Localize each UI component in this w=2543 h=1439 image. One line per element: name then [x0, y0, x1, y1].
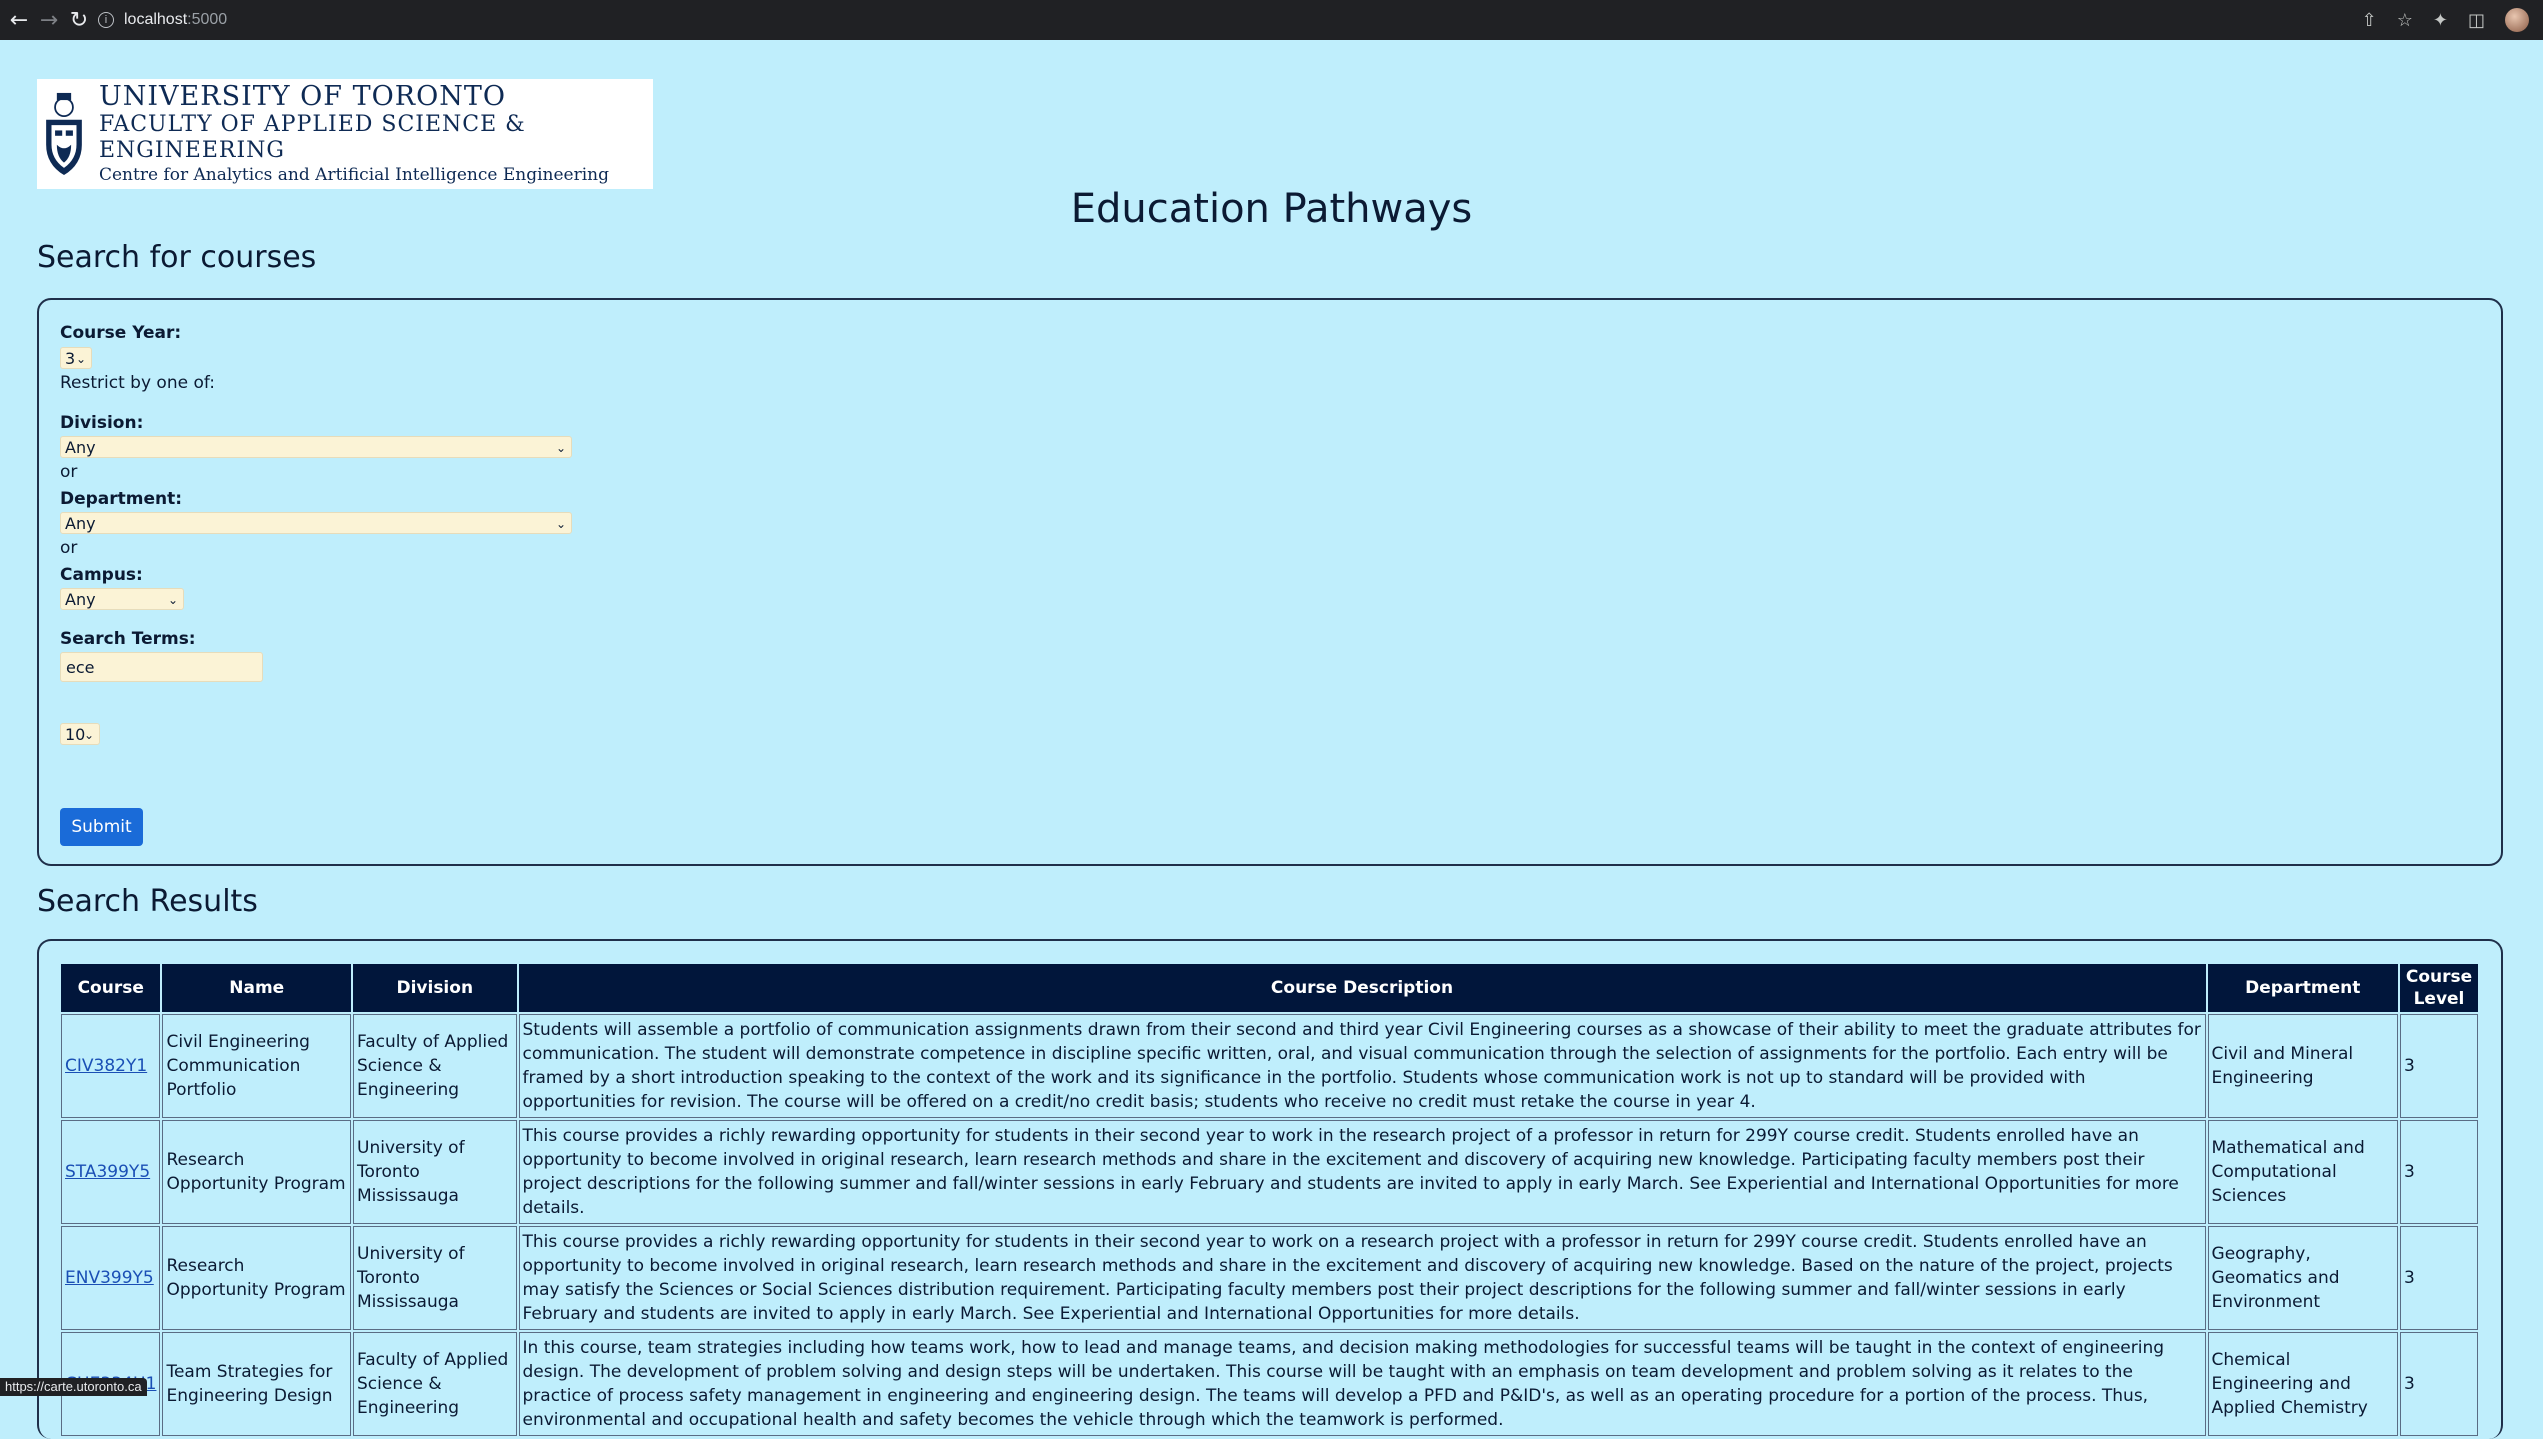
course-name-cell: Research Opportunity Program [162, 1226, 352, 1330]
course-year-select[interactable]: 3 ⌄ [60, 347, 92, 369]
forward-icon[interactable]: → [34, 8, 64, 33]
or-text: or [60, 462, 78, 482]
back-icon[interactable]: ← [4, 8, 34, 33]
course-name-cell: Civil Engineering Communication Portfoli… [162, 1014, 352, 1118]
table-row: STA399Y5 Research Opportunity Program Un… [61, 1120, 2478, 1224]
course-year-value: 3 [65, 349, 76, 368]
table-row: CIV382Y1 Civil Engineering Communication… [61, 1014, 2478, 1118]
course-code-cell: STA399Y5 [61, 1120, 161, 1224]
column-header-name: Name [162, 964, 352, 1012]
department-label: Department: [60, 489, 183, 509]
column-header-description: Course Description [518, 964, 2206, 1012]
campus-label: Campus: [60, 565, 143, 585]
chevron-down-icon: ⌄ [167, 593, 178, 607]
restrict-text: Restrict by one of: [60, 373, 215, 393]
search-terms-input[interactable]: ece [60, 652, 263, 682]
logo-line-2: FACULTY OF APPLIED SCIENCE & ENGINEERING [98, 112, 526, 163]
site-info-icon[interactable]: i [98, 12, 114, 28]
description-cell: In this course, team strategies includin… [518, 1332, 2206, 1436]
course-link[interactable]: CIV382Y1 [65, 1056, 147, 1076]
or-text: or [60, 538, 78, 558]
bookmark-star-icon[interactable]: ☆ [2397, 10, 2413, 31]
browser-toolbar: ← → ↻ i localhost:5000 ⇧ ☆ ✦ ◫ [0, 0, 2543, 40]
logo-line-3: Centre for Analytics and Artificial Inte… [98, 165, 610, 185]
results-table: Course Name Division Course Description … [59, 962, 2480, 1438]
crest-icon [46, 92, 82, 176]
results-heading: Search Results [37, 884, 258, 919]
table-row: CHE334H1 Team Strategies for Engineering… [61, 1332, 2478, 1436]
division-value: Any [65, 438, 96, 457]
course-name-cell: Team Strategies for Engineering Design [162, 1332, 352, 1436]
url-port: :5000 [187, 11, 228, 28]
share-icon[interactable]: ⇧ [2362, 10, 2377, 31]
campus-value: Any [65, 590, 96, 609]
chevron-down-icon: ⌄ [75, 352, 86, 366]
results-limit-select[interactable]: 10 ⌄ [60, 723, 100, 745]
department-value: Any [65, 514, 96, 533]
submit-button[interactable]: Submit [60, 808, 143, 846]
course-link[interactable]: STA399Y5 [65, 1162, 150, 1182]
column-header-course: Course [61, 964, 161, 1012]
department-cell: Geography, Geomatics and Environment [2207, 1226, 2398, 1330]
division-cell: Faculty of Applied Science & Engineering [353, 1332, 517, 1436]
division-cell: University of Toronto Mississauga [353, 1120, 517, 1224]
logo-line-1: UNIVERSITY OF TORONTO [98, 81, 506, 112]
chevron-down-icon: ⌄ [555, 517, 566, 531]
university-logo: UNIVERSITY OF TORONTO FACULTY OF APPLIED… [37, 79, 653, 189]
sidepanel-icon[interactable]: ◫ [2468, 10, 2485, 31]
results-limit-value: 10 [65, 725, 86, 744]
search-form: Course Year: 3 ⌄ Restrict by one of: Div… [37, 298, 2503, 866]
chevron-down-icon: ⌄ [555, 441, 566, 455]
page-title: Education Pathways [1070, 186, 1473, 232]
course-link[interactable]: ENV399Y5 [65, 1268, 154, 1288]
level-cell: 3 [2399, 1120, 2478, 1224]
division-cell: University of Toronto Mississauga [353, 1226, 517, 1330]
division-cell: Faculty of Applied Science & Engineering [353, 1014, 517, 1118]
department-select[interactable]: Any ⌄ [60, 512, 572, 534]
level-cell: 3 [2399, 1332, 2478, 1436]
description-cell: This course provides a richly rewarding … [518, 1120, 2206, 1224]
course-name-cell: Research Opportunity Program [162, 1120, 352, 1224]
description-cell: Students will assemble a portfolio of co… [518, 1014, 2206, 1118]
department-cell: Mathematical and Computational Sciences [2207, 1120, 2398, 1224]
column-header-department: Department [2207, 964, 2398, 1012]
address-bar[interactable]: i localhost:5000 [98, 5, 2338, 35]
course-code-cell: ENV399Y5 [61, 1226, 161, 1330]
chevron-down-icon: ⌄ [83, 728, 94, 742]
course-year-label: Course Year: [60, 323, 182, 343]
extensions-icon[interactable]: ✦ [2433, 10, 2448, 31]
division-select[interactable]: Any ⌄ [60, 436, 572, 458]
department-cell: Chemical Engineering and Applied Chemist… [2207, 1332, 2398, 1436]
level-cell: 3 [2399, 1014, 2478, 1118]
division-label: Division: [60, 413, 144, 433]
campus-select[interactable]: Any ⌄ [60, 588, 184, 610]
department-cell: Civil and Mineral Engineering [2207, 1014, 2398, 1118]
description-cell: This course provides a richly rewarding … [518, 1226, 2206, 1330]
search-heading: Search for courses [37, 240, 317, 275]
reload-icon[interactable]: ↻ [64, 8, 94, 33]
profile-avatar[interactable] [2505, 8, 2529, 32]
column-header-level: Course Level [2399, 964, 2478, 1012]
search-terms-label: Search Terms: [60, 629, 196, 649]
level-cell: 3 [2399, 1226, 2478, 1330]
course-code-cell: CIV382Y1 [61, 1014, 161, 1118]
column-header-division: Division [353, 964, 517, 1012]
url-host: localhost [124, 11, 188, 28]
status-bar-url: https://carte.utoronto.ca [0, 1378, 147, 1396]
table-row: ENV399Y5 Research Opportunity Program Un… [61, 1226, 2478, 1330]
